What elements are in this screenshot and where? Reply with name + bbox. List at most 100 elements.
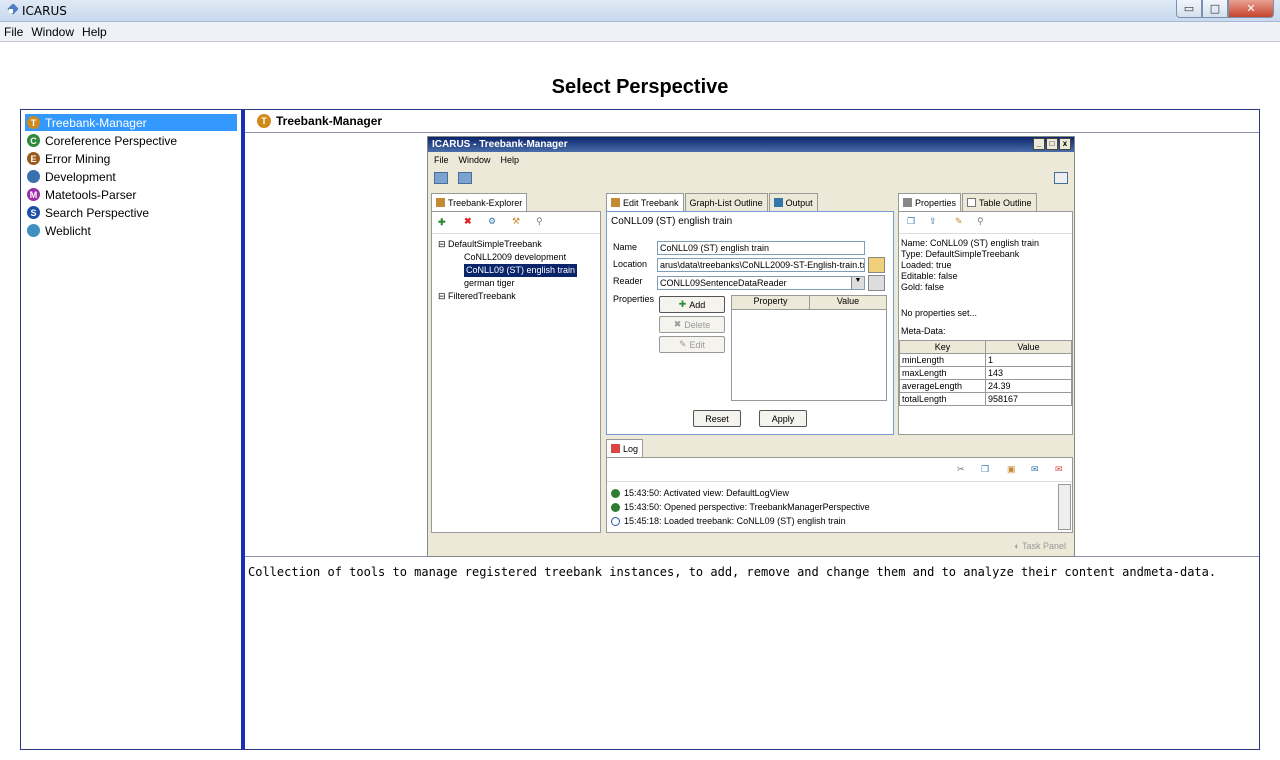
- treebank-tree: ⊟ DefaultSimpleTreebank CoNLL2009 develop…: [432, 234, 600, 303]
- detail-title: Treebank-Manager: [276, 114, 383, 128]
- error-mining-icon: E: [27, 152, 40, 165]
- search-perspective-icon: S: [27, 206, 40, 219]
- meta-value-cell: 143: [985, 366, 1072, 380]
- perspective-selector: T Treebank-Manager C Coreference Perspectiv…: [20, 109, 1260, 750]
- properties-toolbar: ❐ ⇪ ✎ ⚲: [899, 212, 1072, 234]
- editor-tabs: Edit Treebank Graph-List Outline Output: [606, 193, 819, 211]
- value-column-header: Value: [985, 340, 1072, 354]
- tree-node: german tiger: [438, 277, 600, 290]
- task-panel-button: ◐ Task Panel: [1014, 541, 1066, 551]
- tree-node-label: CoNLL09 (ST) english train: [464, 264, 578, 277]
- perspective-icon: [1054, 172, 1068, 184]
- location-field: arus\data\treebanks\CoNLL2009-ST-English…: [657, 258, 865, 272]
- meta-data-table: Key Value minLength 1 maxLength 143 averageLe…: [899, 340, 1072, 406]
- info-line: Editable: false: [901, 271, 958, 281]
- tab-label: Log: [623, 443, 639, 454]
- output-icon: [773, 198, 783, 207]
- reader-select: CONLL09SentenceDataReader: [657, 276, 865, 290]
- log-entry: 15:45:18: Loaded treebank: CoNLL09 (ST) …: [611, 514, 1072, 528]
- explorer-toolbar: ✚ ✖ ⚙ ⚒ ⚲: [432, 212, 600, 234]
- info-line: Type: DefaultSimpleTreebank: [901, 249, 1020, 259]
- tab-label: Treebank-Explorer: [448, 197, 523, 208]
- search-icon: ⚲: [977, 216, 984, 226]
- info-line: Name: CoNLL09 (ST) english train: [901, 238, 1040, 248]
- tree-node-label: DefaultSimpleTreebank: [448, 239, 542, 249]
- window-title: ICARUS: [22, 4, 67, 18]
- preview-screenshot: ICARUS - Treebank-Manager _ □ x File Win…: [427, 136, 1075, 557]
- no-properties-text: No properties set...: [901, 308, 978, 318]
- bug-icon: [611, 488, 620, 498]
- preview-area: ICARUS - Treebank-Manager _ □ x File Win…: [245, 134, 1259, 557]
- tab-label: Graph-List Outline: [689, 197, 763, 208]
- icarus-logo-icon: [7, 4, 18, 15]
- reset-button: Reset: [693, 410, 741, 427]
- log-entry-text: 15:43:50: Opened perspective: TreebankMa…: [624, 502, 870, 512]
- table-row: totalLength 958167: [899, 392, 1072, 406]
- perspective-list: T Treebank-Manager C Coreference Perspectiv…: [21, 110, 241, 749]
- properties-tabs: Properties Table Outline: [898, 193, 1038, 211]
- preview-title: ICARUS - Treebank-Manager: [432, 139, 568, 150]
- table-row: maxLength 143: [899, 366, 1072, 380]
- edit-property-button: ✎ Edit: [659, 336, 725, 353]
- button-label: Add: [689, 299, 706, 310]
- detail-header: T Treebank-Manager: [245, 110, 1259, 133]
- bug-icon: [611, 502, 620, 512]
- log-entry-text: 15:45:18: Loaded treebank: CoNLL09 (ST) …: [624, 516, 846, 526]
- perspective-item[interactable]: Development: [25, 168, 237, 185]
- tab-log: Log: [606, 439, 644, 457]
- value-column-header: Value: [836, 296, 860, 306]
- preview-toolbar: [428, 167, 1074, 189]
- log-scrollbar: [1058, 484, 1071, 530]
- maximize-button[interactable]: □: [1202, 0, 1228, 18]
- delete-property-button: ✖ Delete: [659, 316, 725, 333]
- title-bar: ICARUS ▭ □ ✕: [0, 0, 1280, 22]
- editor-pane: CoNLL09 (ST) english train Name CoNLL09 …: [606, 211, 894, 435]
- info-line: Loaded: true: [901, 260, 952, 270]
- explorer-icon: [436, 198, 445, 207]
- development-icon: [27, 170, 40, 183]
- tab-table-outline: Table Outline: [962, 193, 1037, 211]
- perspective-item[interactable]: M Matetools-Parser: [25, 186, 237, 203]
- export-icon: [434, 172, 448, 184]
- perspective-item[interactable]: T Treebank-Manager: [25, 114, 237, 131]
- minimize-button[interactable]: ▭: [1176, 0, 1202, 18]
- comment-icon: ✉: [1031, 464, 1039, 474]
- location-label: Location: [613, 259, 648, 269]
- task-panel-icon: ◐: [1014, 541, 1022, 551]
- preview-maximize-icon: □: [1046, 138, 1058, 150]
- treebank-info: Name: CoNLL09 (ST) english train Type: De…: [899, 234, 1072, 293]
- menu-help[interactable]: Help: [82, 25, 107, 39]
- meta-key-cell: averageLength: [899, 379, 986, 393]
- tab-graph-list-outline: Graph-List Outline: [684, 193, 768, 211]
- perspective-item[interactable]: E Error Mining: [25, 150, 237, 167]
- reader-label: Reader: [613, 276, 643, 286]
- preview-menu-help: Help: [500, 154, 520, 165]
- perspective-item[interactable]: Weblicht: [25, 222, 237, 239]
- page-title: Select Perspective: [551, 76, 729, 98]
- menu-window[interactable]: Window: [31, 25, 74, 39]
- perspective-item[interactable]: S Search Perspective: [25, 204, 237, 221]
- explorer-tabs: Treebank-Explorer: [431, 193, 528, 211]
- preview-menu: File Window Help: [428, 152, 1074, 167]
- perspective-item[interactable]: C Coreference Perspective: [25, 132, 237, 149]
- log-tabs: Log: [606, 439, 644, 457]
- log-entry: 15:43:50: Opened perspective: TreebankMa…: [611, 500, 1072, 514]
- explorer-pane: ✚ ✖ ⚙ ⚒ ⚲ ⊟ DefaultSimpleTreebank CoNLL20…: [431, 211, 601, 533]
- edit-icon: [611, 198, 620, 207]
- button-label: Edit: [689, 339, 706, 350]
- tree-node: ⊟ DefaultSimpleTreebank: [438, 238, 600, 251]
- tree-node: CoNLL2009 development: [438, 251, 600, 264]
- log-pane: ✂ ❐ ▣ ✉ ✉ 15:43:50: Activated view: Defa…: [606, 457, 1073, 533]
- properties-icon: [903, 198, 912, 207]
- meta-value-cell: 1: [985, 353, 1072, 367]
- log-entry-text: 15:43:50: Activated view: DefaultLogView: [624, 488, 789, 498]
- perspective-label: Development: [45, 169, 116, 184]
- property-column-header: Property: [732, 296, 810, 309]
- tree-node-label: FilteredTreebank: [448, 291, 516, 301]
- edit-treebank-icon: ⚒: [512, 216, 521, 226]
- tree-node-label: german tiger: [464, 278, 515, 288]
- close-button[interactable]: ✕: [1228, 0, 1274, 18]
- perspective-description: Collection of tools to manage registered…: [248, 565, 1217, 579]
- menu-file[interactable]: File: [4, 25, 23, 39]
- meta-value-cell: 958167: [985, 392, 1072, 406]
